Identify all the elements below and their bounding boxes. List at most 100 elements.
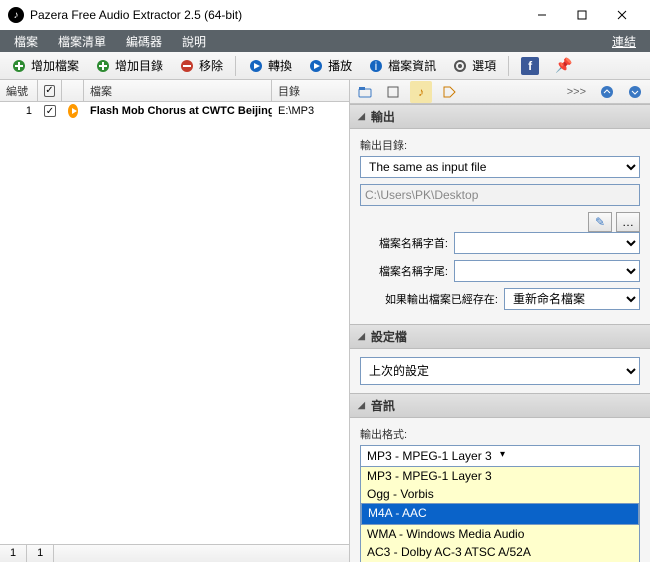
exists-select[interactable]: 重新命名檔案 bbox=[504, 288, 640, 310]
section-audio-body: 輸出格式: MP3 - MPEG-1 Layer 3 ▾ MP3 - MPEG-… bbox=[350, 418, 650, 562]
titlebar: ♪ Pazera Free Audio Extractor 2.5 (64-bi… bbox=[0, 0, 650, 30]
format-option[interactable]: MP3 - MPEG-1 Layer 3 bbox=[361, 467, 639, 485]
col-check[interactable] bbox=[38, 80, 62, 101]
grid-body[interactable]: 1 Flash Mob Chorus at CWTC Beijing(108..… bbox=[0, 102, 349, 544]
remove-button[interactable]: 移除 bbox=[172, 54, 230, 77]
add-dir-label: 增加目錄 bbox=[115, 57, 163, 74]
remove-icon bbox=[179, 58, 195, 74]
status-count: 1 bbox=[0, 545, 27, 562]
format-option[interactable]: AAC - ADTS bbox=[361, 561, 639, 562]
cell-dir: E:\MP3 bbox=[272, 105, 349, 117]
play-label: 播放 bbox=[328, 57, 352, 74]
app-icon: ♪ bbox=[8, 7, 24, 23]
settings-body: ◢ 輸出 輸出目錄: The same as input file ✎ … 檔案… bbox=[350, 104, 650, 562]
status-checked: 1 bbox=[27, 545, 54, 562]
browse-path-button[interactable]: … bbox=[616, 212, 640, 232]
edit-icon: ✎ bbox=[595, 215, 605, 229]
main: 編號 檔案 目錄 1 Flash Mob Chorus at CWTC Beij… bbox=[0, 80, 650, 562]
add-dir-button[interactable]: 增加目錄 bbox=[88, 54, 170, 77]
menu-encoder[interactable]: 編碼器 bbox=[116, 31, 172, 52]
options-button[interactable]: 選項 bbox=[445, 54, 503, 77]
edit-path-button[interactable]: ✎ bbox=[588, 212, 612, 232]
grid-header: 編號 檔案 目錄 bbox=[0, 80, 349, 102]
col-number[interactable]: 編號 bbox=[0, 80, 38, 101]
pin-icon: 📌 bbox=[555, 57, 572, 74]
profile-select[interactable]: 上次的設定 bbox=[360, 357, 640, 385]
format-selected[interactable]: MP3 - MPEG-1 Layer 3 ▾ bbox=[361, 446, 639, 467]
media-icon bbox=[68, 104, 78, 118]
chevron-down-icon: ◢ bbox=[358, 111, 365, 122]
pin-button[interactable]: 📌 bbox=[548, 54, 579, 77]
options-label: 選項 bbox=[472, 57, 496, 74]
tab-audio-icon[interactable]: ♪ bbox=[410, 81, 432, 103]
outdir-select[interactable]: The same as input file bbox=[360, 156, 640, 178]
col-icon bbox=[62, 80, 84, 101]
section-profile-title: 設定檔 bbox=[371, 328, 407, 345]
maximize-button[interactable] bbox=[562, 1, 602, 29]
cell-file: Flash Mob Chorus at CWTC Beijing(108... bbox=[84, 105, 272, 117]
format-dropdown-list[interactable]: MP3 - MPEG-1 Layer 3Ogg - VorbisM4A - AA… bbox=[361, 467, 639, 562]
col-file[interactable]: 檔案 bbox=[84, 80, 272, 101]
file-list-panel: 編號 檔案 目錄 1 Flash Mob Chorus at CWTC Beij… bbox=[0, 80, 350, 562]
chevron-icon[interactable]: >>> bbox=[563, 86, 590, 98]
music-note-icon: ♪ bbox=[418, 85, 424, 99]
section-output-body: 輸出目錄: The same as input file ✎ … 檔案名稱字首:… bbox=[350, 129, 650, 324]
facebook-icon: f bbox=[521, 57, 539, 75]
suffix-select[interactable] bbox=[454, 260, 640, 282]
table-row[interactable]: 1 Flash Mob Chorus at CWTC Beijing(108..… bbox=[0, 102, 349, 120]
col-dir[interactable]: 目錄 bbox=[272, 80, 349, 101]
format-option[interactable]: M4A - AAC bbox=[361, 503, 639, 525]
info-icon: i bbox=[368, 58, 384, 74]
minimize-button[interactable] bbox=[522, 1, 562, 29]
file-info-label: 檔案資訊 bbox=[388, 57, 436, 74]
section-output[interactable]: ◢ 輸出 bbox=[350, 104, 650, 129]
ellipsis-icon: … bbox=[622, 215, 634, 229]
menu-file[interactable]: 檔案 bbox=[4, 31, 48, 52]
chevron-down-icon: ◢ bbox=[358, 400, 365, 411]
menu-filelist[interactable]: 檔案清單 bbox=[48, 31, 116, 52]
add-file-button[interactable]: 增加檔案 bbox=[4, 54, 86, 77]
add-file-label: 增加檔案 bbox=[31, 57, 79, 74]
menu-link[interactable]: 連結 bbox=[602, 31, 646, 52]
plus-icon bbox=[11, 58, 27, 74]
tab-output-icon[interactable] bbox=[354, 81, 376, 103]
path-field[interactable] bbox=[360, 184, 640, 206]
format-label: 輸出格式: bbox=[360, 426, 640, 442]
convert-icon bbox=[248, 58, 264, 74]
prefix-select[interactable] bbox=[454, 232, 640, 254]
file-info-button[interactable]: i 檔案資訊 bbox=[361, 54, 443, 77]
settings-tabs: ♪ >>> bbox=[350, 80, 650, 104]
close-button[interactable] bbox=[602, 1, 642, 29]
format-option[interactable]: AC3 - Dolby AC-3 ATSC A/52A bbox=[361, 543, 639, 561]
cell-num: 1 bbox=[0, 105, 38, 117]
facebook-button[interactable]: f bbox=[514, 54, 546, 78]
status-bar: 1 1 bbox=[0, 544, 349, 562]
format-option[interactable]: WMA - Windows Media Audio bbox=[361, 525, 639, 543]
toolbar: 增加檔案 增加目錄 移除 轉換 播放 i 檔案資訊 選項 f 📌 bbox=[0, 52, 650, 80]
format-selected-text: MP3 - MPEG-1 Layer 3 bbox=[367, 449, 500, 463]
menubar: 檔案 檔案清單 編碼器 說明 連結 bbox=[0, 30, 650, 52]
convert-label: 轉換 bbox=[268, 57, 292, 74]
collapse-button[interactable] bbox=[596, 81, 618, 103]
play-button[interactable]: 播放 bbox=[301, 54, 359, 77]
section-audio-title: 音訊 bbox=[371, 397, 395, 414]
convert-button[interactable]: 轉換 bbox=[241, 54, 299, 77]
section-audio[interactable]: ◢ 音訊 bbox=[350, 393, 650, 418]
suffix-label: 檔案名稱字尾: bbox=[360, 263, 448, 279]
section-profile[interactable]: ◢ 設定檔 bbox=[350, 324, 650, 349]
window-title: Pazera Free Audio Extractor 2.5 (64-bit) bbox=[30, 8, 522, 22]
format-combobox[interactable]: MP3 - MPEG-1 Layer 3 ▾ MP3 - MPEG-1 Laye… bbox=[360, 445, 640, 562]
expand-button[interactable] bbox=[624, 81, 646, 103]
play-icon bbox=[308, 58, 324, 74]
remove-label: 移除 bbox=[199, 57, 223, 74]
cell-check[interactable] bbox=[38, 105, 62, 117]
format-option[interactable]: Ogg - Vorbis bbox=[361, 485, 639, 503]
chevron-down-icon: ▾ bbox=[500, 449, 633, 463]
menu-help[interactable]: 說明 bbox=[172, 31, 216, 52]
plus-icon bbox=[95, 58, 111, 74]
prefix-label: 檔案名稱字首: bbox=[360, 235, 448, 251]
gear-icon bbox=[452, 58, 468, 74]
tab-profile-icon[interactable] bbox=[382, 81, 404, 103]
cell-icon bbox=[62, 104, 84, 118]
tab-tag-icon[interactable] bbox=[438, 81, 460, 103]
